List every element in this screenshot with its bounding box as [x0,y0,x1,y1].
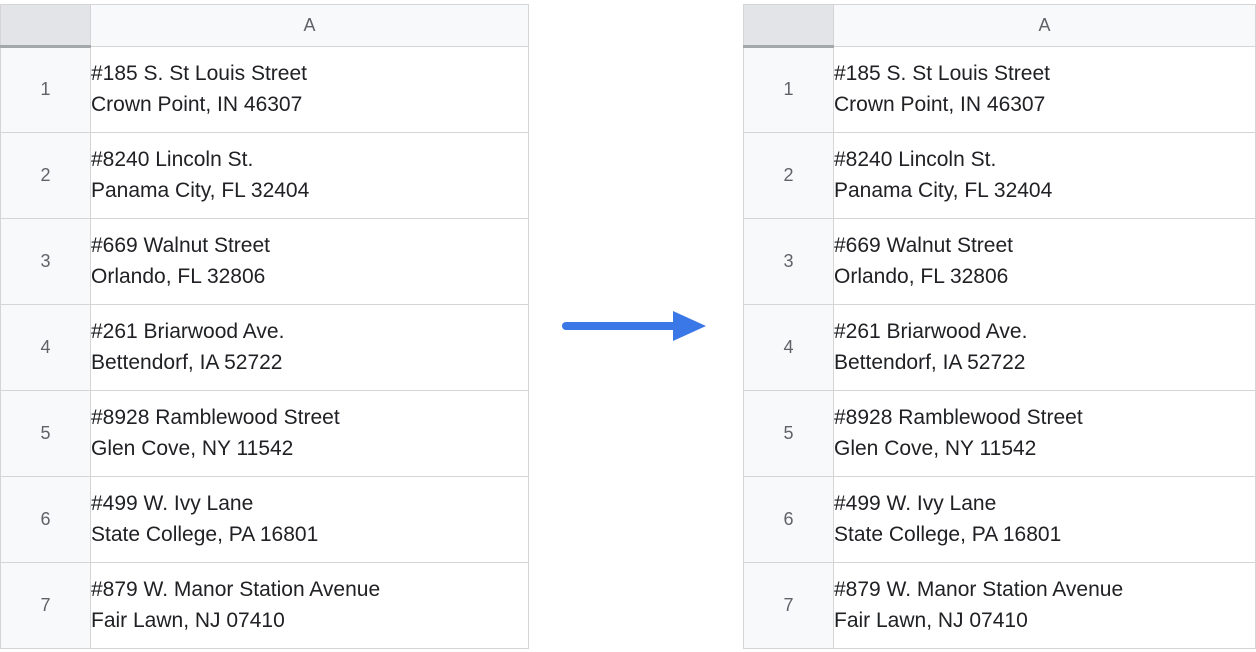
cell-a3[interactable]: #669 Walnut StreetOrlando, FL 32806 [91,218,529,304]
cell-a1[interactable]: #185 S. St Louis StreetCrown Point, IN 4… [91,46,529,132]
row-header-7[interactable]: 7 [1,562,91,648]
row-header-6[interactable]: 6 [1,476,91,562]
transform-arrow [529,0,743,652]
row-header-4[interactable]: 4 [1,304,91,390]
cell-a7[interactable]: #879 W. Manor Station AvenueFair Lawn, N… [834,562,1256,648]
cell-a4[interactable]: #261 Briarwood Ave.Bettendorf, IA 52722 [91,304,529,390]
table-row: 1 #185 S. St Louis StreetCrown Point, IN… [744,46,1256,132]
table-row: 2 #8240 Lincoln St.Panama City, FL 32404 [744,132,1256,218]
cell-a5[interactable]: #8928 Ramblewood StreetGlen Cove, NY 115… [91,390,529,476]
row-header-3[interactable]: 3 [744,218,834,304]
header-row: A [744,4,1256,46]
table-row: 6 #499 W. Ivy LaneState College, PA 1680… [744,476,1256,562]
column-header-a[interactable]: A [834,4,1256,46]
row-header-5[interactable]: 5 [744,390,834,476]
row-header-7[interactable]: 7 [744,562,834,648]
cell-a4[interactable]: #261 Briarwood Ave.Bettendorf, IA 52722 [834,304,1256,390]
row-header-6[interactable]: 6 [744,476,834,562]
row-header-2[interactable]: 2 [1,132,91,218]
row-header-1[interactable]: 1 [744,46,834,132]
table-row: 5 #8928 Ramblewood StreetGlen Cove, NY 1… [1,390,529,476]
cell-a1[interactable]: #185 S. St Louis StreetCrown Point, IN 4… [834,46,1256,132]
table-row: 4 #261 Briarwood Ave.Bettendorf, IA 5272… [1,304,529,390]
table-row: 3 #669 Walnut StreetOrlando, FL 32806 [744,218,1256,304]
cell-a2[interactable]: #8240 Lincoln St.Panama City, FL 32404 [91,132,529,218]
row-header-1[interactable]: 1 [1,46,91,132]
row-header-3[interactable]: 3 [1,218,91,304]
right-arrow-icon [561,306,711,346]
left-spreadsheet: A 1 #185 S. St Louis StreetCrown Point, … [0,4,529,649]
cell-a2[interactable]: #8240 Lincoln St.Panama City, FL 32404 [834,132,1256,218]
row-header-2[interactable]: 2 [744,132,834,218]
row-header-5[interactable]: 5 [1,390,91,476]
table-row: 5 #8928 Ramblewood StreetGlen Cove, NY 1… [744,390,1256,476]
table-row: 7 #879 W. Manor Station AvenueFair Lawn,… [744,562,1256,648]
right-spreadsheet: A 1 #185 S. St Louis StreetCrown Point, … [743,4,1256,649]
header-row: A [1,4,529,46]
cell-a6[interactable]: #499 W. Ivy LaneState College, PA 16801 [834,476,1256,562]
corner-cell[interactable] [1,4,91,46]
cell-a6[interactable]: #499 W. Ivy LaneState College, PA 16801 [91,476,529,562]
table-row: 7 #879 W. Manor Station AvenueFair Lawn,… [1,562,529,648]
table-row: 2 #8240 Lincoln St.Panama City, FL 32404 [1,132,529,218]
cell-a5[interactable]: #8928 Ramblewood StreetGlen Cove, NY 115… [834,390,1256,476]
cell-a3[interactable]: #669 Walnut StreetOrlando, FL 32806 [834,218,1256,304]
row-header-4[interactable]: 4 [744,304,834,390]
table-row: 1 #185 S. St Louis StreetCrown Point, IN… [1,46,529,132]
corner-cell[interactable] [744,4,834,46]
cell-a7[interactable]: #879 W. Manor Station AvenueFair Lawn, N… [91,562,529,648]
table-row: 6 #499 W. Ivy LaneState College, PA 1680… [1,476,529,562]
table-row: 4 #261 Briarwood Ave.Bettendorf, IA 5272… [744,304,1256,390]
table-row: 3 #669 Walnut StreetOrlando, FL 32806 [1,218,529,304]
column-header-a[interactable]: A [91,4,529,46]
